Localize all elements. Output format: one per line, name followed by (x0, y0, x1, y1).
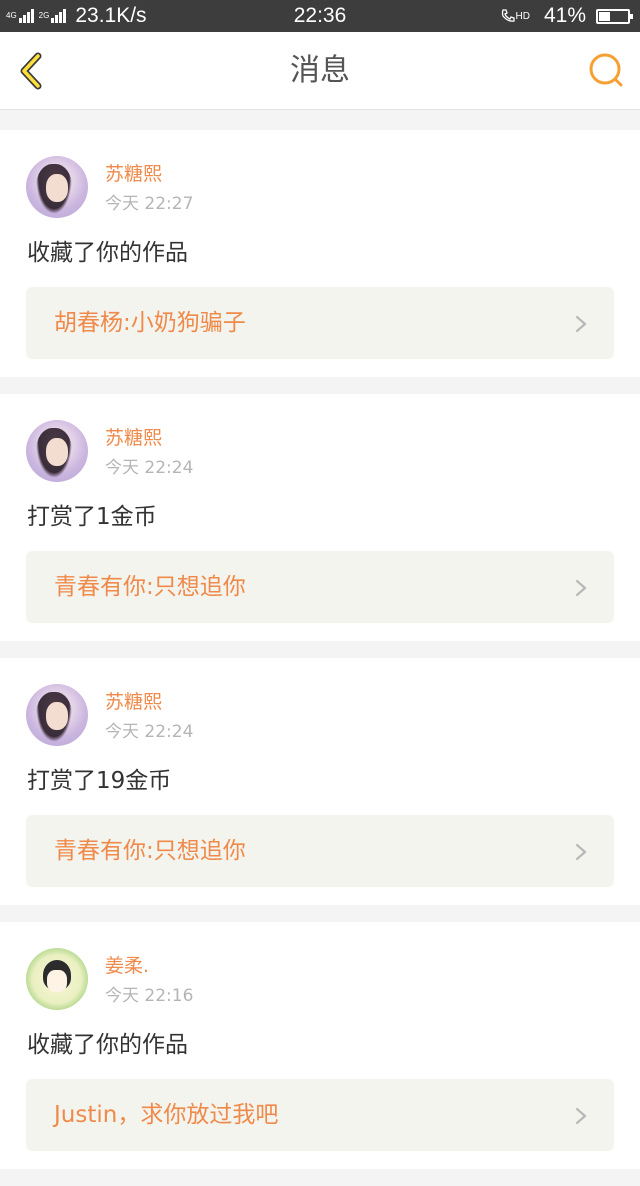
hd-label: HD (515, 10, 530, 22)
message-card: 苏糖熙 今天 22:27 收藏了你的作品 胡春杨:小奶狗骗子 (0, 130, 640, 377)
avatar[interactable] (26, 684, 88, 746)
chevron-right-icon (575, 843, 587, 861)
avatar[interactable] (26, 948, 88, 1010)
avatar[interactable] (26, 420, 88, 482)
message-time: 今天 22:24 (105, 458, 194, 478)
user-name[interactable]: 苏糖熙 (105, 426, 162, 450)
status-right: HD 41% (500, 0, 633, 32)
message-card: 苏糖熙 今天 22:24 打赏了1金币 青春有你:只想追你 (0, 394, 640, 641)
status-bar: 4G 2G 23.1K/s 22:36 HD 41% (0, 0, 640, 32)
user-name[interactable]: 苏糖熙 (105, 162, 162, 186)
message-list: 苏糖熙 今天 22:27 收藏了你的作品 胡春杨:小奶狗骗子 苏糖熙 今天 22… (0, 130, 640, 1186)
message-action: 打赏了1金币 (27, 504, 157, 530)
battery-percent: 41% (543, 4, 586, 27)
work-title: 青春有你:只想追你 (54, 838, 246, 864)
hd-call-icon: HD (500, 8, 530, 24)
message-action: 收藏了你的作品 (27, 1032, 188, 1058)
work-title: 胡春杨:小奶狗骗子 (54, 310, 246, 336)
user-name[interactable]: 苏糖熙 (105, 690, 162, 714)
work-title: 青春有你:只想追你 (54, 574, 246, 600)
work-link[interactable]: 青春有你:只想追你 (26, 551, 614, 623)
message-time: 今天 22:24 (105, 722, 194, 742)
work-title: Justin，求你放过我吧 (54, 1102, 279, 1128)
work-link[interactable]: 青春有你:只想追你 (26, 815, 614, 887)
message-time: 今天 22:27 (105, 194, 194, 214)
message-card: 姜柔. 今天 22:16 收藏了你的作品 Justin，求你放过我吧 (0, 922, 640, 1169)
work-link[interactable]: 胡春杨:小奶狗骗子 (26, 287, 614, 359)
chevron-right-icon (575, 579, 587, 597)
page-title: 消息 (290, 53, 350, 88)
chevron-right-icon (575, 315, 587, 333)
avatar[interactable] (26, 156, 88, 218)
user-name[interactable]: 姜柔. (105, 954, 149, 978)
message-action: 打赏了19金币 (27, 768, 172, 794)
battery-icon (596, 8, 633, 24)
message-time: 今天 22:16 (105, 986, 194, 1006)
navigation-bar: 消息 (0, 32, 640, 110)
message-card: 苏糖熙 今天 22:24 打赏了19金币 青春有你:只想追你 (0, 658, 640, 905)
chevron-right-icon (575, 1107, 587, 1125)
search-icon[interactable] (586, 50, 626, 90)
work-link[interactable]: Justin，求你放过我吧 (26, 1079, 614, 1151)
message-action: 收藏了你的作品 (27, 240, 188, 266)
